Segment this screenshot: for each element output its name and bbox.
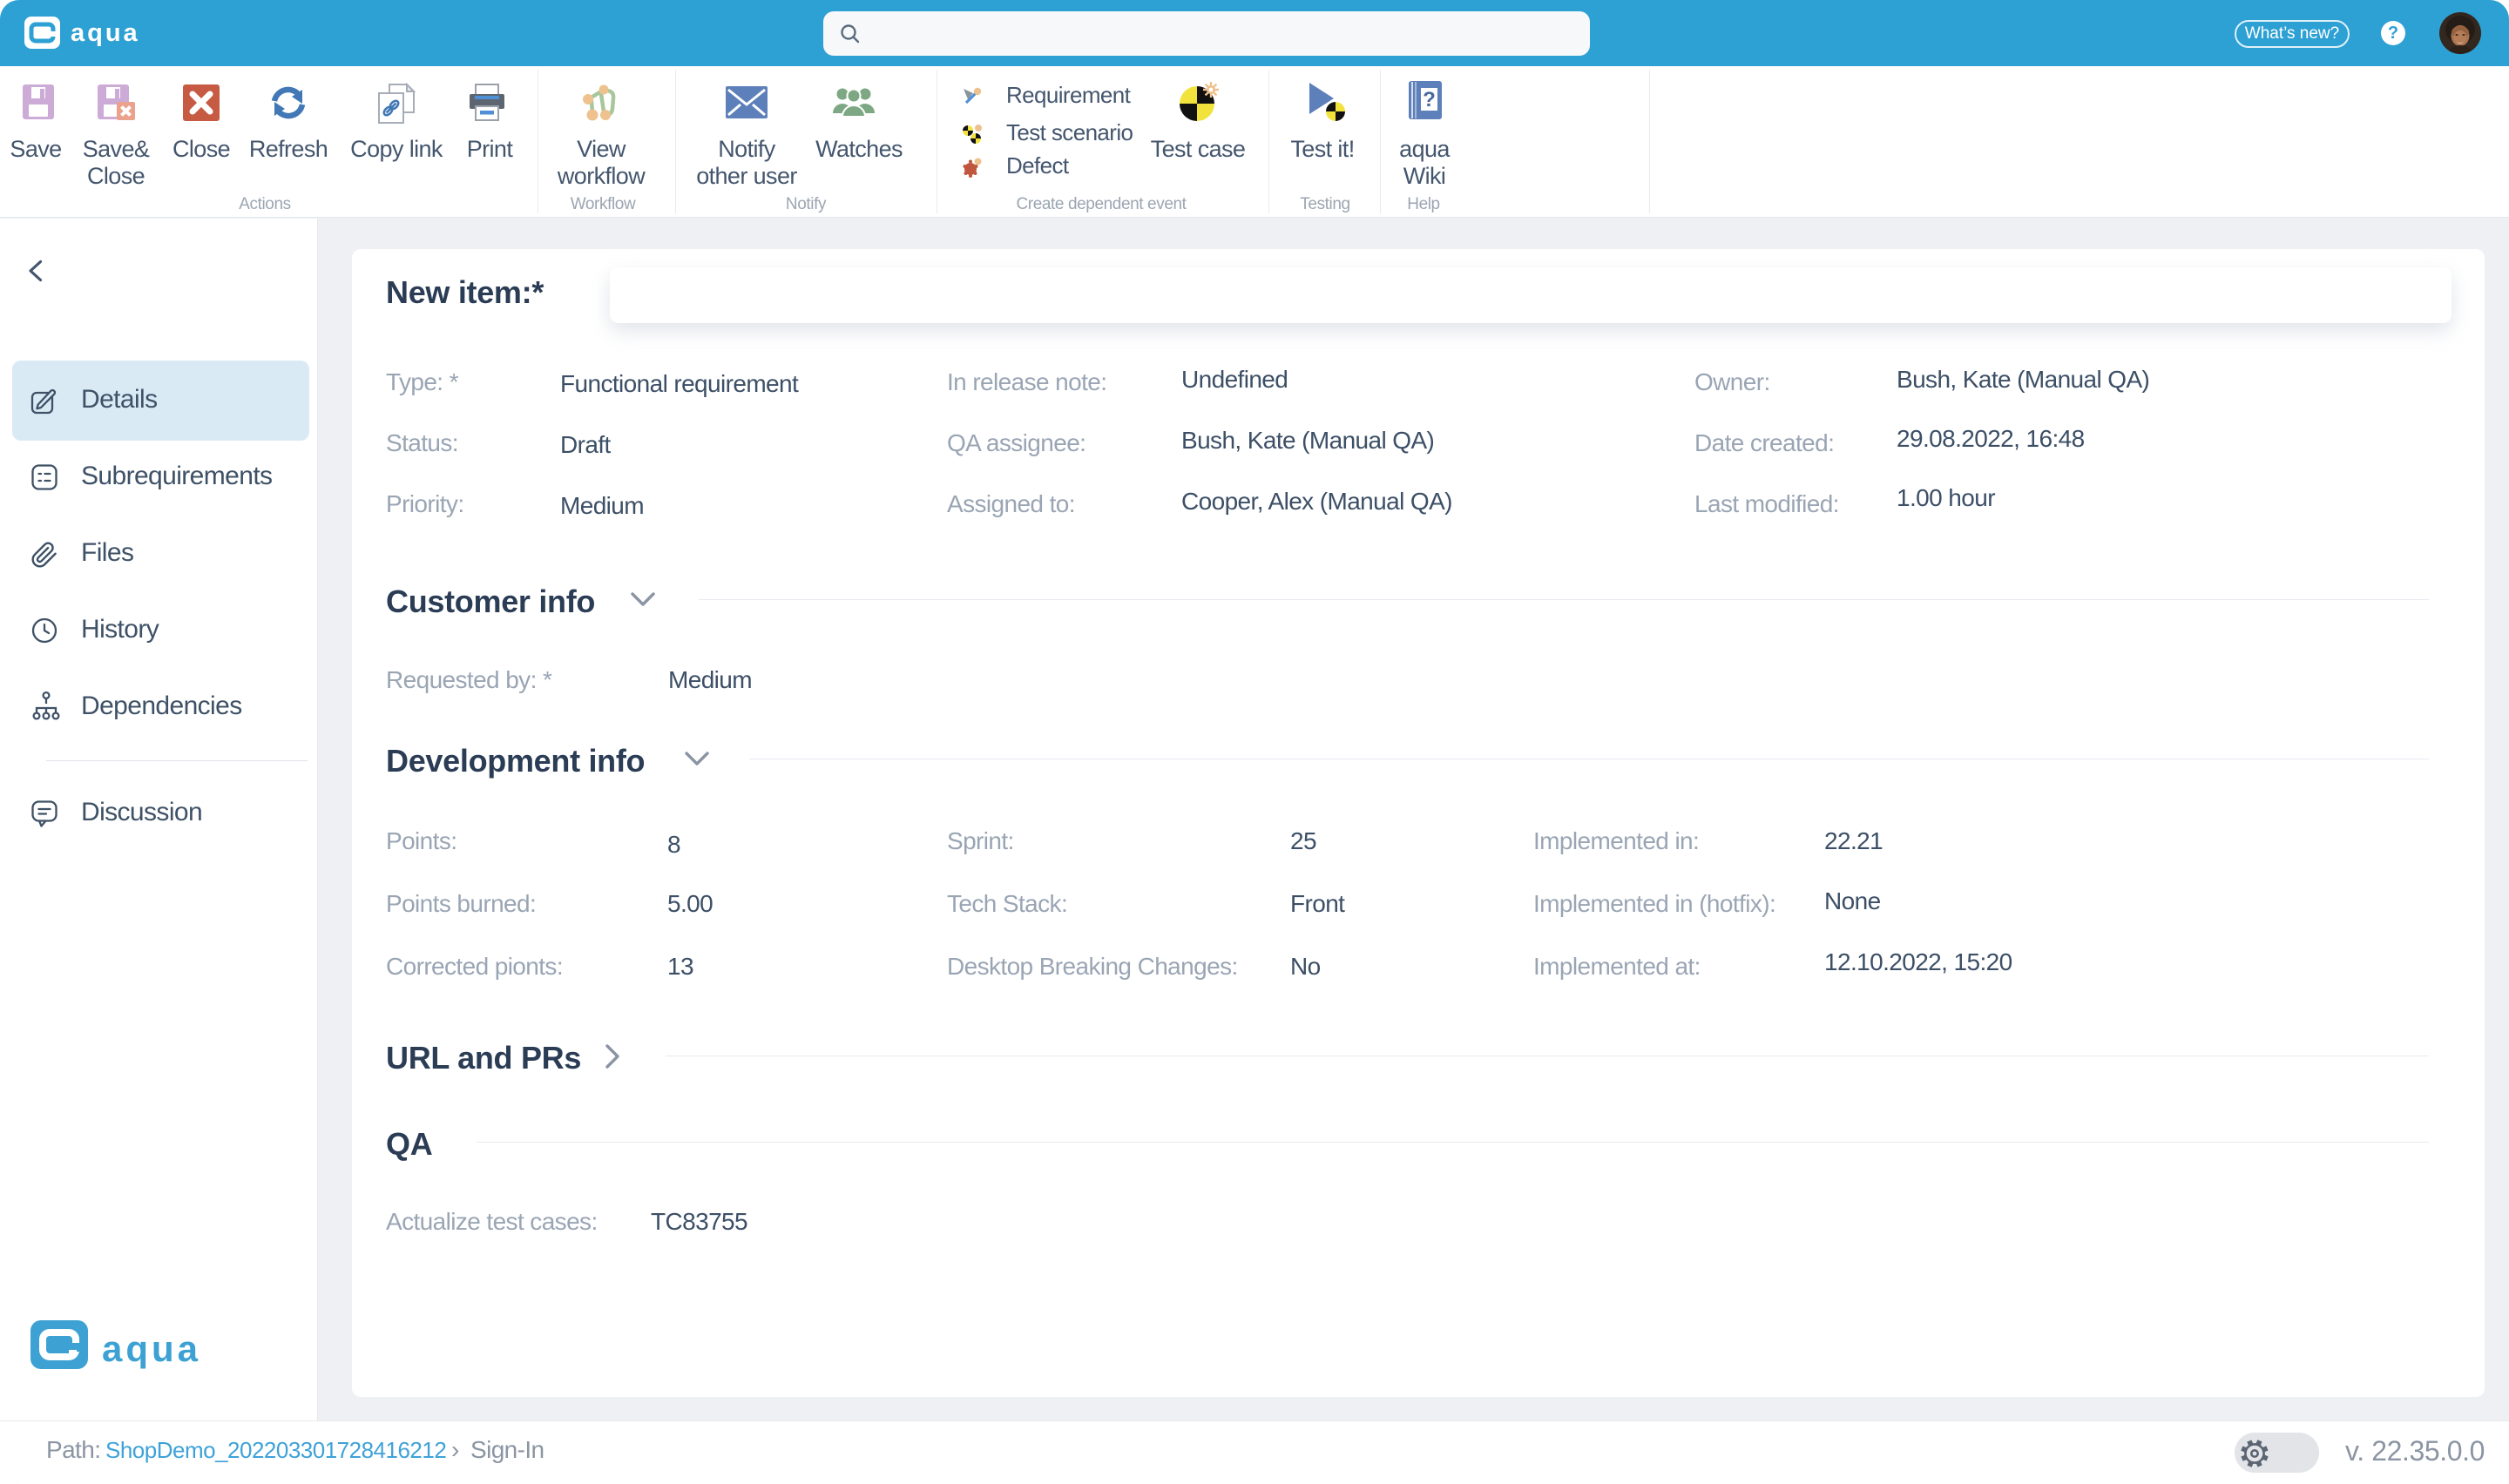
svg-text:?: ? — [1423, 88, 1436, 111]
